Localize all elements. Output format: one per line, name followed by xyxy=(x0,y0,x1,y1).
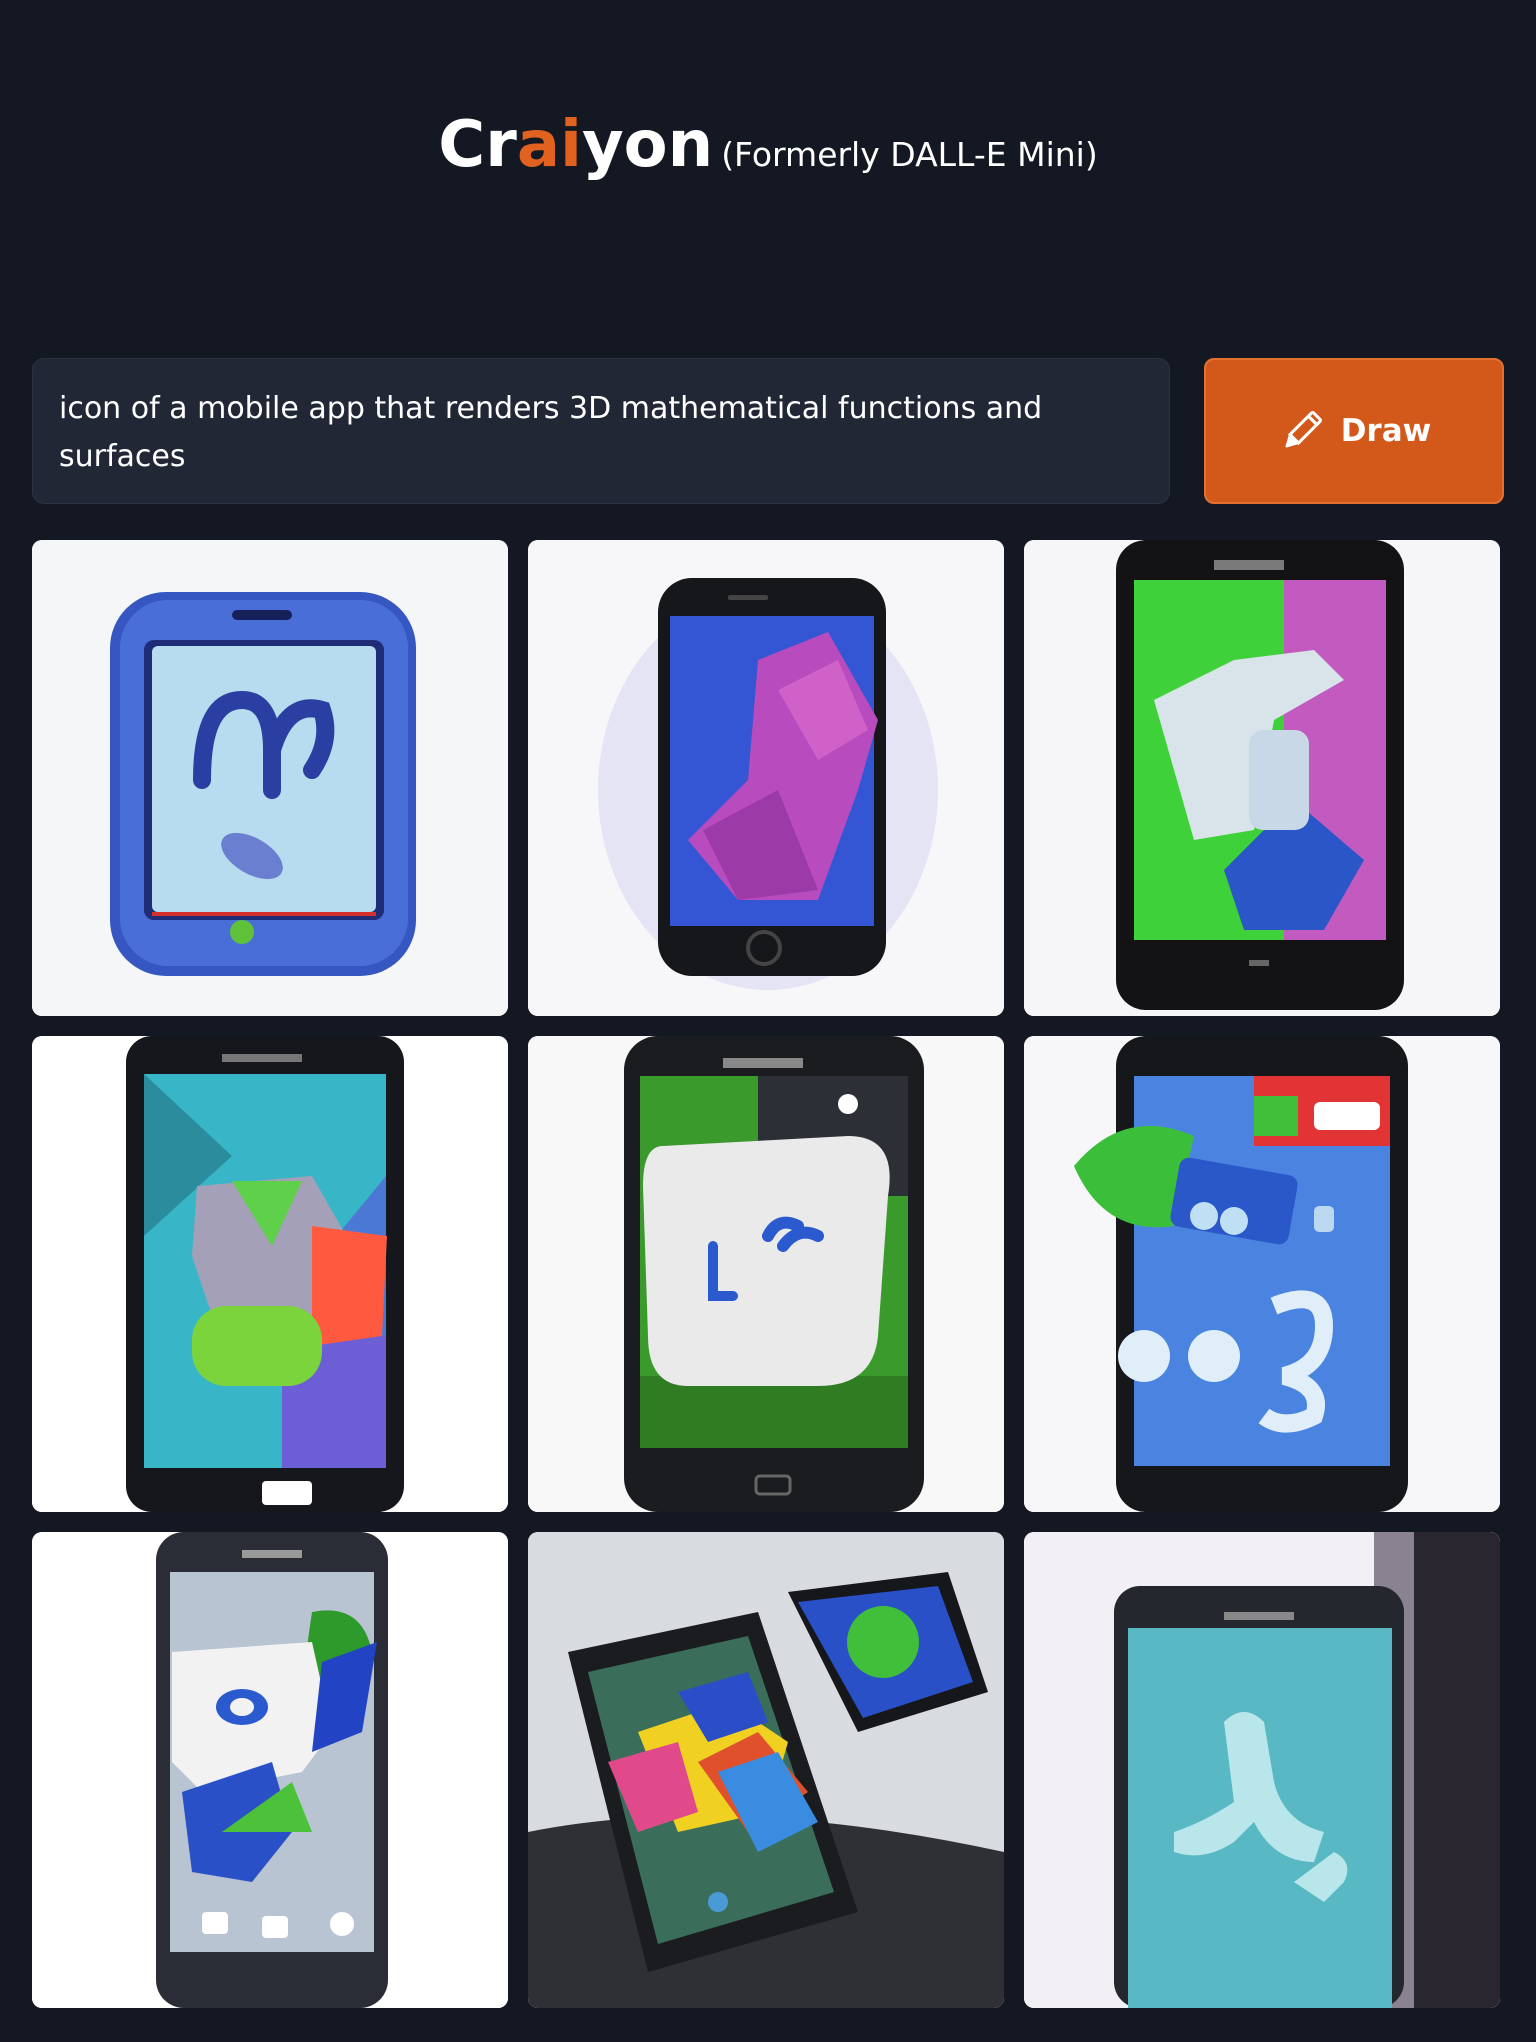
brand-subtitle: (Formerly DALL-E Mini) xyxy=(721,135,1098,174)
result-image-4[interactable] xyxy=(32,1036,508,1512)
result-image-5[interactable] xyxy=(528,1036,1004,1512)
result-image-9-picture xyxy=(1024,1532,1500,2008)
result-image-7[interactable] xyxy=(32,1532,508,2008)
app-header: Craiyon (Formerly DALL-E Mini) xyxy=(0,108,1536,182)
result-image-6-picture xyxy=(1024,1036,1500,1512)
brand-accent: ai xyxy=(516,108,582,182)
prompt-text[interactable]: icon of a mobile app that renders 3D mat… xyxy=(59,385,1059,481)
result-image-4-picture xyxy=(32,1036,508,1512)
brand-logo[interactable]: Craiyon xyxy=(438,108,713,182)
result-image-9[interactable] xyxy=(1024,1532,1500,2008)
result-image-3[interactable] xyxy=(1024,540,1500,1016)
draw-button[interactable]: Draw xyxy=(1204,358,1504,504)
results-grid xyxy=(32,540,1504,2008)
result-image-2[interactable] xyxy=(528,540,1004,1016)
result-image-8[interactable] xyxy=(528,1532,1004,2008)
prompt-input[interactable]: icon of a mobile app that renders 3D mat… xyxy=(32,358,1170,504)
result-image-7-picture xyxy=(32,1532,508,2008)
draw-button-label: Draw xyxy=(1340,413,1432,449)
result-image-2-picture xyxy=(528,540,1004,1016)
result-image-6[interactable] xyxy=(1024,1036,1500,1512)
result-image-1-picture xyxy=(32,540,508,1016)
pencil-icon xyxy=(1285,411,1322,448)
result-image-1[interactable] xyxy=(32,540,508,1016)
result-image-8-picture xyxy=(528,1532,1004,2008)
brand-prefix: Cr xyxy=(438,108,517,182)
result-image-3-picture xyxy=(1024,540,1500,1016)
result-image-5-picture xyxy=(528,1036,1004,1512)
brand-suffix: yon xyxy=(581,108,714,182)
